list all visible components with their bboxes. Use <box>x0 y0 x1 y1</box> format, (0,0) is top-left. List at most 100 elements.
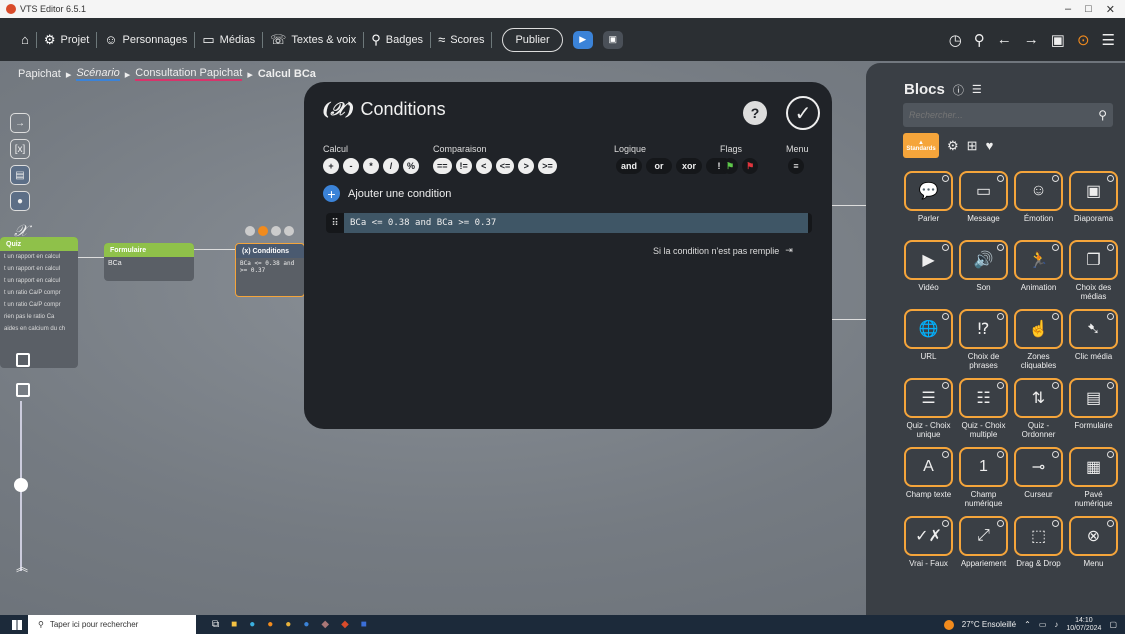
clock[interactable]: 14:10 10/07/2024 <box>1066 617 1101 633</box>
block-tile[interactable]: ▦ Pavé numérique <box>1066 447 1121 510</box>
block-tile[interactable]: ➷ Clic média <box>1066 309 1121 372</box>
operator-button[interactable]: - <box>343 158 359 174</box>
clock-icon[interactable]: ◷ <box>949 31 962 49</box>
note-tool-icon[interactable]: ● <box>10 191 30 211</box>
home-button[interactable]: ⌂ <box>14 32 36 47</box>
block-tile[interactable]: 1 Champ numérique <box>956 447 1011 510</box>
medias-button[interactable]: ▭ Médias <box>195 32 262 48</box>
exit-arrow-icon[interactable]: ⇥ <box>785 245 793 256</box>
back-arrow-icon[interactable]: ← <box>997 31 1012 48</box>
operator-button[interactable]: / <box>383 158 399 174</box>
flag-red-icon[interactable]: ⚑ <box>742 158 759 174</box>
network-icon[interactable]: ▭ <box>1039 620 1047 629</box>
block-tile[interactable]: ✓✗ Vrai - Faux <box>901 516 956 579</box>
condition-row[interactable]: ⠿ BCa <= 0.38 and BCa >= 0.37 <box>326 213 812 233</box>
projet-button[interactable]: ⚙ Projet <box>37 32 96 48</box>
forward-arrow-icon[interactable]: → <box>1024 31 1039 48</box>
node-tool-icon[interactable] <box>284 226 294 236</box>
operator-button[interactable]: * <box>363 158 379 174</box>
block-tile[interactable]: ▶ Vidéo <box>901 240 956 303</box>
copy-tool-icon[interactable] <box>16 383 30 397</box>
operator-button[interactable]: and <box>616 158 642 174</box>
notifications-icon[interactable]: ▢ <box>1109 620 1117 629</box>
edge-icon[interactable]: ● <box>249 619 255 630</box>
app-icon[interactable]: ◆ <box>321 619 329 630</box>
search-icon[interactable]: ⚲ <box>1098 108 1107 122</box>
operator-button[interactable]: > <box>518 158 535 174</box>
weather-label[interactable]: 27°C Ensoleillé <box>962 620 1016 629</box>
breadcrumb-papichat[interactable]: Papichat <box>18 68 61 80</box>
operator-button[interactable]: == <box>433 158 452 174</box>
scores-button[interactable]: ≈ Scores <box>431 32 491 47</box>
app-icon[interactable]: ● <box>303 619 309 630</box>
block-tile[interactable]: ▣ Diaporama <box>1066 171 1121 234</box>
menu-lines-icon[interactable]: ≡ <box>788 158 804 174</box>
tab-settings-gear-icon[interactable]: ⚙ <box>947 138 959 154</box>
volume-icon[interactable]: ♪ <box>1054 620 1058 629</box>
node-tool-icon[interactable] <box>245 226 255 236</box>
block-tile[interactable]: ☺ Émotion <box>1011 171 1066 234</box>
publish-button[interactable]: Publier <box>502 27 563 52</box>
personnages-button[interactable]: ☺ Personnages <box>97 32 194 47</box>
chrome-icon[interactable]: ● <box>285 619 291 630</box>
block-tile[interactable]: 🌐 URL <box>901 309 956 372</box>
preview-icon[interactable]: ▶ <box>572 30 593 49</box>
operator-button[interactable]: or <box>646 158 672 174</box>
tab-structure-icon[interactable]: ⊞ <box>967 138 978 154</box>
flag-green-icon[interactable]: ⚑ <box>722 158 739 174</box>
block-tile[interactable]: ⬚ Drag & Drop <box>1011 516 1066 579</box>
variable-tool-icon[interactable]: [x] <box>10 139 30 159</box>
task-view-icon[interactable]: ⧉ <box>212 619 219 630</box>
file-explorer-icon[interactable]: ■ <box>231 619 237 630</box>
help-button[interactable]: ? <box>743 101 767 125</box>
block-tile[interactable]: ⇅ Quiz - Ordonner <box>1011 378 1066 441</box>
block-tile[interactable]: ☰ Quiz - Choix unique <box>901 378 956 441</box>
search-input[interactable] <box>909 110 1099 120</box>
block-tile[interactable]: A Champ texte <box>901 447 956 510</box>
quiz-node[interactable]: Quiz t un rapport en calcul t un rapport… <box>0 237 78 368</box>
tab-standards[interactable]: ▲ Standards <box>903 133 939 158</box>
list-view-icon[interactable]: ☰ <box>972 83 982 96</box>
operator-button[interactable]: <= <box>495 158 515 174</box>
arrow-tool-icon[interactable]: → <box>10 113 30 133</box>
image-icon[interactable]: ▣ <box>602 30 623 49</box>
condition-expression[interactable]: BCa <= 0.38 and BCa >= 0.37 <box>344 213 808 233</box>
minimize-button[interactable]: – <box>1065 3 1071 16</box>
windows-start-icon[interactable] <box>12 619 22 630</box>
tray-chevron-icon[interactable]: ⌃ <box>1024 620 1031 629</box>
block-tile[interactable]: ⁉ Choix de phrases <box>956 309 1011 372</box>
play-icon[interactable]: ⊙ <box>1077 31 1090 49</box>
add-condition-button[interactable]: + Ajouter une condition <box>323 185 451 202</box>
block-tile[interactable]: ⊸ Curseur <box>1011 447 1066 510</box>
block-tile[interactable]: ▤ Formulaire <box>1066 378 1121 441</box>
formulaire-node[interactable]: Formulaire BCa <box>104 243 194 281</box>
block-tile[interactable]: 💬 Parler <box>901 171 956 234</box>
block-tile[interactable]: ▭ Message <box>956 171 1011 234</box>
word-icon[interactable]: ■ <box>361 619 367 630</box>
block-tile[interactable]: ⊗ Menu <box>1066 516 1121 579</box>
block-tile[interactable]: ⤢ Appariement <box>956 516 1011 579</box>
breadcrumb-consultation[interactable]: Consultation Papichat <box>135 67 243 81</box>
info-icon[interactable]: ⓘ <box>953 82 964 98</box>
operator-button[interactable]: % <box>403 158 420 174</box>
maximize-button[interactable]: □ <box>1085 3 1092 16</box>
tab-favorites-heart-icon[interactable]: ♥ <box>986 138 994 153</box>
zoom-slider-handle[interactable] <box>14 478 28 492</box>
layer-tool-icon[interactable] <box>16 353 30 367</box>
block-tile[interactable]: ❐ Choix des médias <box>1066 240 1121 303</box>
operator-button[interactable]: != <box>455 158 472 174</box>
close-button[interactable]: ✕ <box>1106 3 1115 16</box>
operator-button[interactable]: xor <box>676 158 702 174</box>
search-icon[interactable]: ⚲ <box>974 31 985 49</box>
breadcrumb-scenario[interactable]: Scénario <box>76 67 120 81</box>
drag-handle-icon[interactable]: ⠿ <box>326 218 344 229</box>
vts-icon[interactable]: ◆ <box>341 619 349 630</box>
block-tile[interactable]: 🔊 Son <box>956 240 1011 303</box>
confirm-check-icon[interactable]: ✓ <box>786 96 820 130</box>
firefox-icon[interactable]: ● <box>267 619 273 630</box>
badges-button[interactable]: ⚲ Badges <box>364 32 430 48</box>
operator-button[interactable]: >= <box>538 158 557 174</box>
conditions-node[interactable]: (x) Conditions BCa <= 0.38 and >= 0.37 <box>235 243 305 297</box>
operator-button[interactable]: < <box>475 158 492 174</box>
block-tile[interactable]: 🏃 Animation <box>1011 240 1066 303</box>
